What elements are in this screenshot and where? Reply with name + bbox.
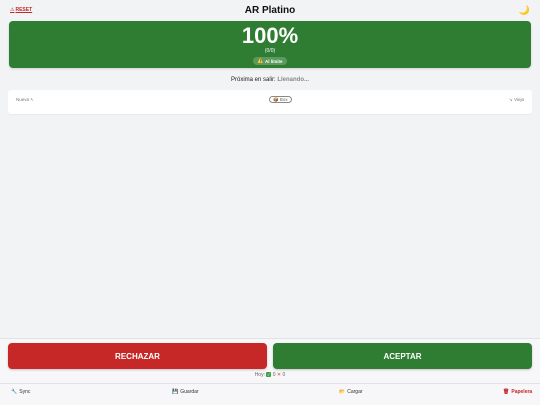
wrench-icon: 🔧 [11, 389, 18, 395]
queue-card: Nueva ↖ 📦 Box ↘ Vieja [8, 90, 532, 114]
sync-label: Sync [19, 389, 31, 395]
floppy-icon: 💾 [172, 389, 179, 395]
accepted-count: 0 [272, 372, 276, 378]
fill-percentage: 100% [241, 23, 299, 48]
trash-button[interactable]: 🗑 Papelera [503, 389, 532, 395]
bottom-nav: 🔧 Sync 💾 Guardar 📂 Cargar 🗑 Papelera [0, 383, 540, 405]
box-badge: 📦 Box [269, 96, 292, 103]
trash-label: Papelera [511, 389, 533, 395]
status-card: 100% (0/0) ⚠️ Al límite [9, 21, 531, 68]
top-bar: ⚠ RESET AR Platino 🌙 [0, 0, 540, 20]
queue-newest-label: Nueva ↖ [16, 97, 35, 102]
limit-badge: ⚠️ Al límite [253, 57, 287, 65]
next-out-value: Llenando... [277, 77, 310, 83]
next-out-row: Próxima en salir: Llenando... [0, 77, 540, 83]
save-button[interactable]: 💾 Guardar [172, 389, 199, 395]
fill-count: (0/0) [264, 48, 276, 54]
reset-label: RESET [15, 7, 33, 13]
limit-label: Al límite [265, 58, 283, 64]
today-stats: Hoy: ✓ 0 ✕ 0 [0, 372, 540, 378]
sync-button[interactable]: 🔧 Sync [11, 389, 30, 395]
warning-icon: ⚠️ [257, 58, 264, 63]
today-label: Hoy: [254, 372, 265, 378]
queue-oldest-label: ↘ Vieja [509, 97, 524, 102]
moon-icon[interactable]: 🌙 [519, 5, 530, 16]
app-title: AR Platino [244, 5, 296, 16]
reset-button[interactable]: ⚠ RESET [10, 7, 32, 13]
accept-button[interactable]: ACEPTAR [273, 343, 532, 369]
folder-icon: 📂 [339, 389, 346, 395]
load-button[interactable]: 📂 Cargar [339, 389, 363, 395]
load-label: Cargar [347, 389, 363, 395]
cross-icon: ✕ [276, 372, 282, 378]
reject-button[interactable]: RECHAZAR [8, 343, 267, 369]
check-icon: ✓ [266, 372, 272, 377]
save-label: Guardar [180, 389, 199, 395]
trash-icon: 🗑 [503, 389, 510, 395]
warning-icon: ⚠ [10, 7, 15, 13]
next-out-label: Próxima en salir: [230, 77, 276, 83]
rejected-count: 0 [282, 372, 286, 378]
